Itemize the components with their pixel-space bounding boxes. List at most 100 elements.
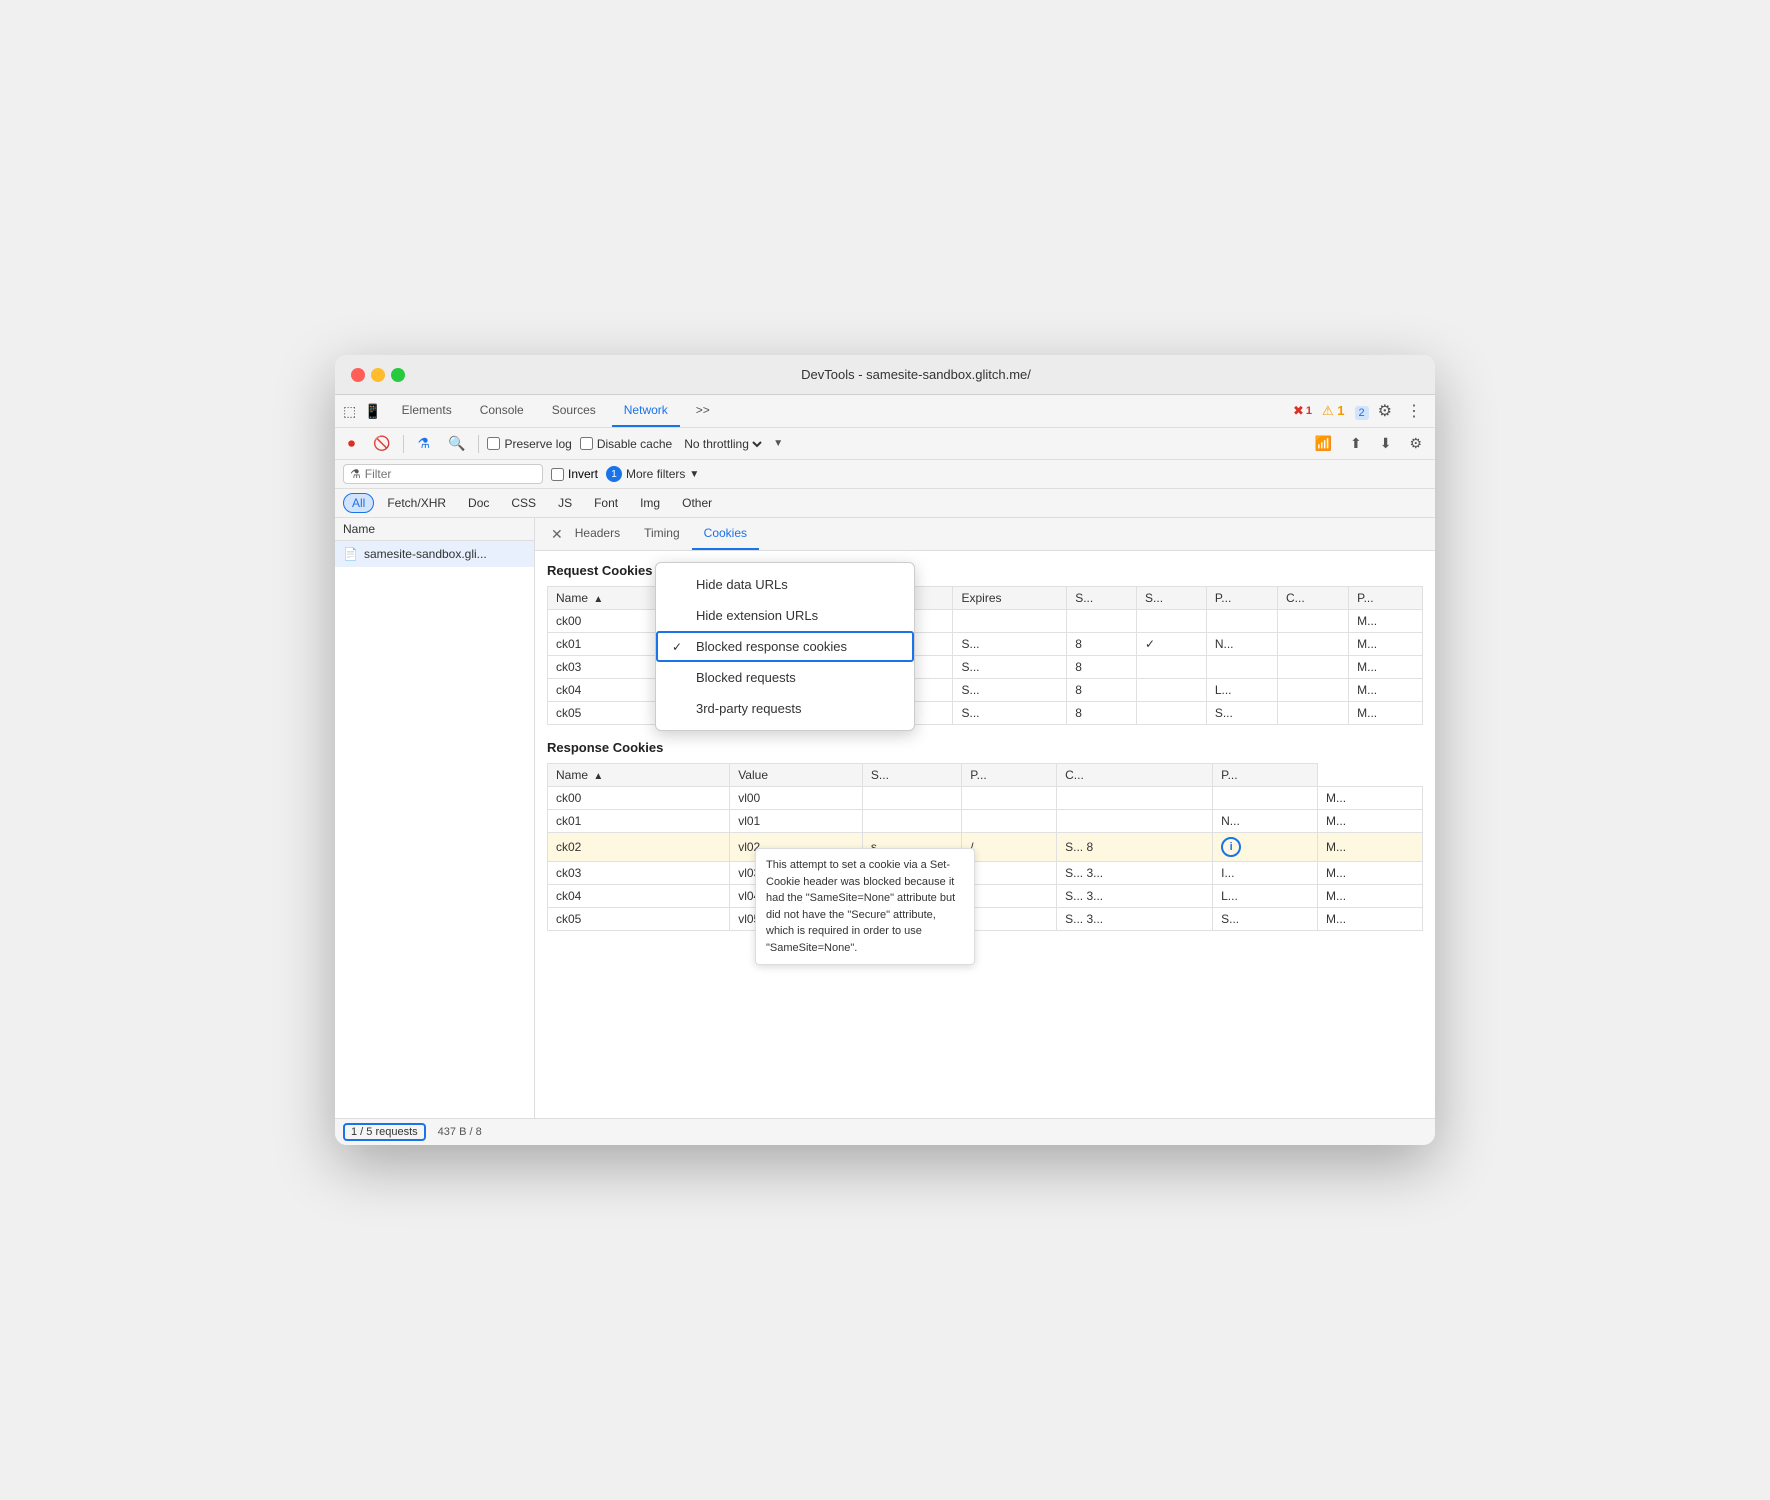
col-expires-header: Expires — [953, 587, 1067, 610]
dropdown-blocked-response-cookies[interactable]: ✓ Blocked response cookies — [656, 631, 914, 662]
type-filter-js[interactable]: JS — [549, 493, 581, 513]
cookie-domain — [862, 810, 961, 833]
col-c-header: C... — [1277, 587, 1348, 610]
search-icon[interactable]: 🔍 — [443, 432, 470, 455]
device-toolbar-icon[interactable]: 📱 — [364, 403, 381, 420]
disable-cache-checkbox[interactable] — [580, 437, 593, 450]
dropdown-hide-data-urls[interactable]: Hide data URLs — [656, 569, 914, 600]
detail-close-button[interactable]: ✕ — [551, 526, 563, 543]
type-filter-doc[interactable]: Doc — [459, 493, 498, 513]
cookie-priority: L... — [1213, 885, 1318, 908]
cookie-col7: M... — [1318, 787, 1423, 810]
more-options-icon[interactable]: ⋮ — [1401, 398, 1427, 424]
wifi-icon[interactable]: 📶 — [1310, 432, 1337, 455]
clear-log-button[interactable]: 🚫 — [368, 432, 395, 455]
type-filter-all[interactable]: All — [343, 493, 374, 513]
sidebar-item-label: samesite-sandbox.gli... — [364, 547, 487, 561]
download-icon[interactable]: ⬇ — [1375, 432, 1397, 455]
detail-tab-headers[interactable]: Headers — [563, 518, 632, 550]
table-row[interactable]: ck02 vl02 s... / S... 8 i M... — [548, 833, 1423, 862]
type-filter-css[interactable]: CSS — [502, 493, 545, 513]
filter-input[interactable] — [365, 467, 536, 481]
cookie-priority: I... — [1213, 862, 1318, 885]
cookie-samesite — [1067, 610, 1137, 633]
third-party-requests-label: 3rd-party requests — [696, 701, 802, 716]
more-filters-chevron-icon: ▼ — [689, 469, 699, 480]
blocked-response-cookies-label: Blocked response cookies — [696, 639, 847, 654]
throttling-select[interactable]: No throttling — [680, 436, 765, 452]
cookie-priority — [1206, 610, 1277, 633]
upload-icon[interactable]: ⬆ — [1345, 432, 1367, 455]
more-filters-dropdown: Hide data URLs Hide extension URLs ✓ Blo… — [655, 562, 915, 731]
more-filters-badge: 1 — [606, 466, 622, 482]
cookie-col7: M... — [1318, 862, 1423, 885]
type-filter-font[interactable]: Font — [585, 493, 627, 513]
sort-icon: ▲ — [593, 594, 603, 605]
preserve-log-checkbox[interactable] — [487, 437, 500, 450]
status-bar: 1 / 5 requests 437 B / 8 — [335, 1118, 1435, 1145]
cookie-name: ck02 — [548, 833, 730, 862]
cookie-col9: M... — [1349, 656, 1423, 679]
tab-more[interactable]: >> — [684, 395, 722, 427]
hide-extension-urls-checkmark — [672, 609, 688, 623]
tab-network[interactable]: Network — [612, 395, 680, 427]
table-row[interactable]: ck05 vl05 s... S... 3... S... M... — [548, 908, 1423, 931]
filter-icon[interactable]: ⚗ — [412, 432, 435, 455]
response-cookies-title: Response Cookies — [547, 740, 1423, 755]
maximize-window-button[interactable] — [391, 368, 405, 382]
tab-elements[interactable]: Elements — [390, 395, 464, 427]
resp-col-p-header: P... — [962, 764, 1057, 787]
cookie-col9: M... — [1349, 679, 1423, 702]
detail-tab-cookies[interactable]: Cookies — [692, 518, 759, 550]
tab-console[interactable]: Console — [468, 395, 536, 427]
table-row[interactable]: ck01 vl01 N... M... — [548, 810, 1423, 833]
stop-recording-button[interactable]: ⏺ — [343, 432, 360, 455]
cursor-tool-icon[interactable]: ⬚ — [343, 403, 356, 420]
sidebar-item-samesite[interactable]: 📄 samesite-sandbox.gli... — [335, 541, 534, 567]
cookie-priority — [1213, 787, 1318, 810]
info-icon[interactable]: i — [1221, 837, 1241, 857]
table-row[interactable]: ck04 vl04 s... / S... 3... L... M... — [548, 885, 1423, 908]
network-toolbar: ⏺ 🚫 ⚗ 🔍 Preserve log Disable cache No th… — [335, 428, 1435, 460]
hide-extension-urls-label: Hide extension URLs — [696, 608, 818, 623]
cookie-checkmark: ✓ — [1137, 633, 1207, 656]
cookie-checkmark — [1137, 679, 1207, 702]
col-s2-header: S... — [1137, 587, 1207, 610]
tab-sources[interactable]: Sources — [540, 395, 608, 427]
cookie-checkmark — [1137, 610, 1207, 633]
type-filter-other[interactable]: Other — [673, 493, 721, 513]
cookie-priority: N... — [1206, 633, 1277, 656]
resp-col-s-header: S... — [862, 764, 961, 787]
type-filter-fetch-xhr[interactable]: Fetch/XHR — [378, 493, 455, 513]
preserve-log-label: Preserve log — [504, 437, 571, 451]
invert-checkbox[interactable] — [551, 468, 564, 481]
requests-count-badge: 1 / 5 requests — [343, 1123, 426, 1141]
devtools-tab-bar: ⬚ 📱 Elements Console Sources Network >> … — [335, 395, 1435, 428]
dropdown-hide-extension-urls[interactable]: Hide extension URLs — [656, 600, 914, 631]
detail-tab-timing[interactable]: Timing — [632, 518, 692, 550]
more-filters-button[interactable]: 1 More filters ▼ — [606, 466, 699, 482]
cookie-col8 — [1277, 610, 1348, 633]
sidebar-header: Name — [335, 518, 534, 541]
type-filter-img[interactable]: Img — [631, 493, 669, 513]
cookie-value: vl01 — [730, 810, 863, 833]
cookie-path: / — [962, 833, 1057, 862]
cookie-path — [962, 908, 1057, 931]
disable-cache-group: Disable cache — [580, 437, 672, 451]
dropdown-blocked-requests[interactable]: Blocked requests — [656, 662, 914, 693]
table-row[interactable]: ck00 vl00 M... — [548, 787, 1423, 810]
close-window-button[interactable] — [351, 368, 365, 382]
cookie-expires: S... — [953, 702, 1067, 725]
cookie-path — [962, 862, 1057, 885]
settings-icon[interactable]: ⚙ — [1373, 398, 1397, 424]
minimize-window-button[interactable] — [371, 368, 385, 382]
table-row[interactable]: ck03 vl03 s... S... 3... I... M... — [548, 862, 1423, 885]
cookie-col9: M... — [1349, 702, 1423, 725]
dropdown-third-party-requests[interactable]: 3rd-party requests — [656, 693, 914, 724]
cookie-expires: S... 3... — [1057, 885, 1213, 908]
preserve-log-group: Preserve log — [487, 437, 571, 451]
cookie-expires: S... — [953, 656, 1067, 679]
network-settings-icon[interactable]: ⚙ — [1404, 432, 1427, 455]
cookie-col8 — [1277, 679, 1348, 702]
col-p-header: P... — [1206, 587, 1277, 610]
